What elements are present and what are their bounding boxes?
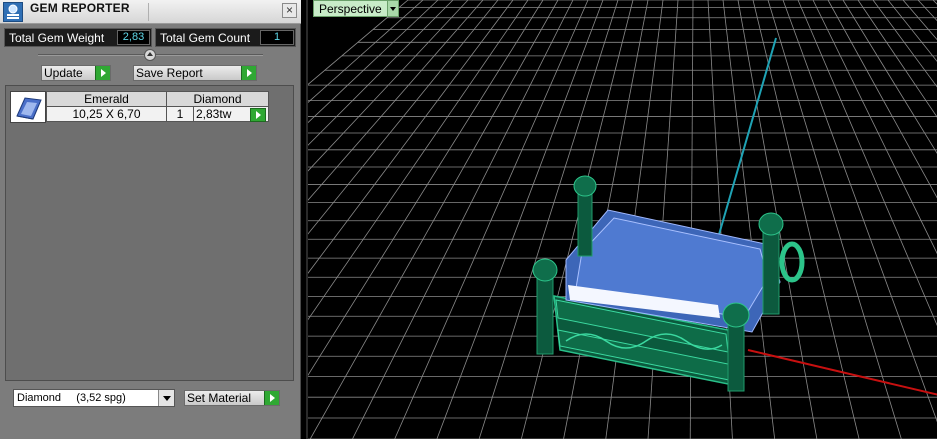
grid-line [394,0,589,439]
grid-line [308,0,484,201]
prong-tip-back-right [758,212,784,236]
material-select-value: Diamond (3,52 spg) [17,392,126,404]
grid-line [767,0,902,439]
save-report-button-label: Save Report [136,66,203,80]
total-gem-count-value: 1 [260,30,294,45]
dropdown-caret-icon[interactable] [386,1,398,16]
update-button-label: Update [44,66,83,80]
play-arrow-icon [264,391,279,405]
gem-reporter-icon [3,2,23,22]
prong-back-right [762,223,780,315]
prong-tip-front-left [532,258,558,282]
grid-line [308,0,499,235]
grid-line [308,0,529,321]
title-divider [148,3,149,21]
set-material-button[interactable]: Set Material [184,390,280,406]
grid-line [309,0,559,439]
material-select[interactable]: Diamond (3,52 spg) [13,389,175,407]
total-gem-count-row: Total Gem Count 1 [155,28,296,47]
grid-line [932,0,937,5]
gem-list [5,85,294,381]
gem-table-header-emerald: Emerald [46,91,167,107]
grid-line [887,0,937,62]
panel-title: GEM REPORTER [30,1,130,15]
y-axis-line [717,37,777,239]
grid-line [812,0,937,255]
total-gem-count-label: Total Gem Count [160,30,251,45]
grid-line [797,0,937,326]
grid-line [352,0,574,439]
splitter-handle[interactable] [144,49,156,61]
grid-line [872,0,937,88]
panel-titlebar[interactable]: GEM REPORTER × [0,0,301,24]
gem-table-header-diamond: Diamond [166,91,269,107]
grid-line [308,0,439,124]
save-report-button[interactable]: Save Report [133,65,257,81]
view-mode-label: Perspective [319,1,382,16]
close-icon[interactable]: × [282,3,297,18]
prong-front-left [536,269,554,355]
prong-tip-back-left [573,175,597,197]
perspective-viewport[interactable]: Perspective [306,0,937,439]
total-gem-weight-label: Total Gem Weight [9,30,105,45]
total-gem-weight-value: 2,83 [117,30,150,45]
play-arrow-icon[interactable] [250,108,266,122]
gem-thumbnail-icon[interactable] [10,91,46,123]
gem-count-cell: 1 [166,106,194,122]
viewport-scene [308,0,937,439]
x-axis-line [747,349,937,396]
grid-line [478,0,619,439]
grid-line [308,0,409,85]
dropdown-caret-icon[interactable] [158,390,174,406]
play-arrow-icon [95,66,110,80]
set-material-button-label: Set Material [187,391,252,405]
gem-size-cell: 10,25 X 6,70 [46,106,167,122]
grid-line [857,0,937,118]
gem-table: Emerald Diamond 10,25 X 6,70 1 2,83tw [46,91,269,122]
update-button[interactable]: Update [41,65,111,81]
prong-tip-front-right [722,302,750,328]
view-mode-dropdown[interactable]: Perspective [313,0,399,17]
gem-reporter-panel: GEM REPORTER × Total Gem Weight 2,83 Tot… [0,0,301,439]
ring-model [532,175,805,392]
grid-line [902,0,937,41]
total-gem-weight-row: Total Gem Weight 2,83 [4,28,152,47]
grid-line [842,0,937,154]
play-arrow-icon [241,66,256,80]
